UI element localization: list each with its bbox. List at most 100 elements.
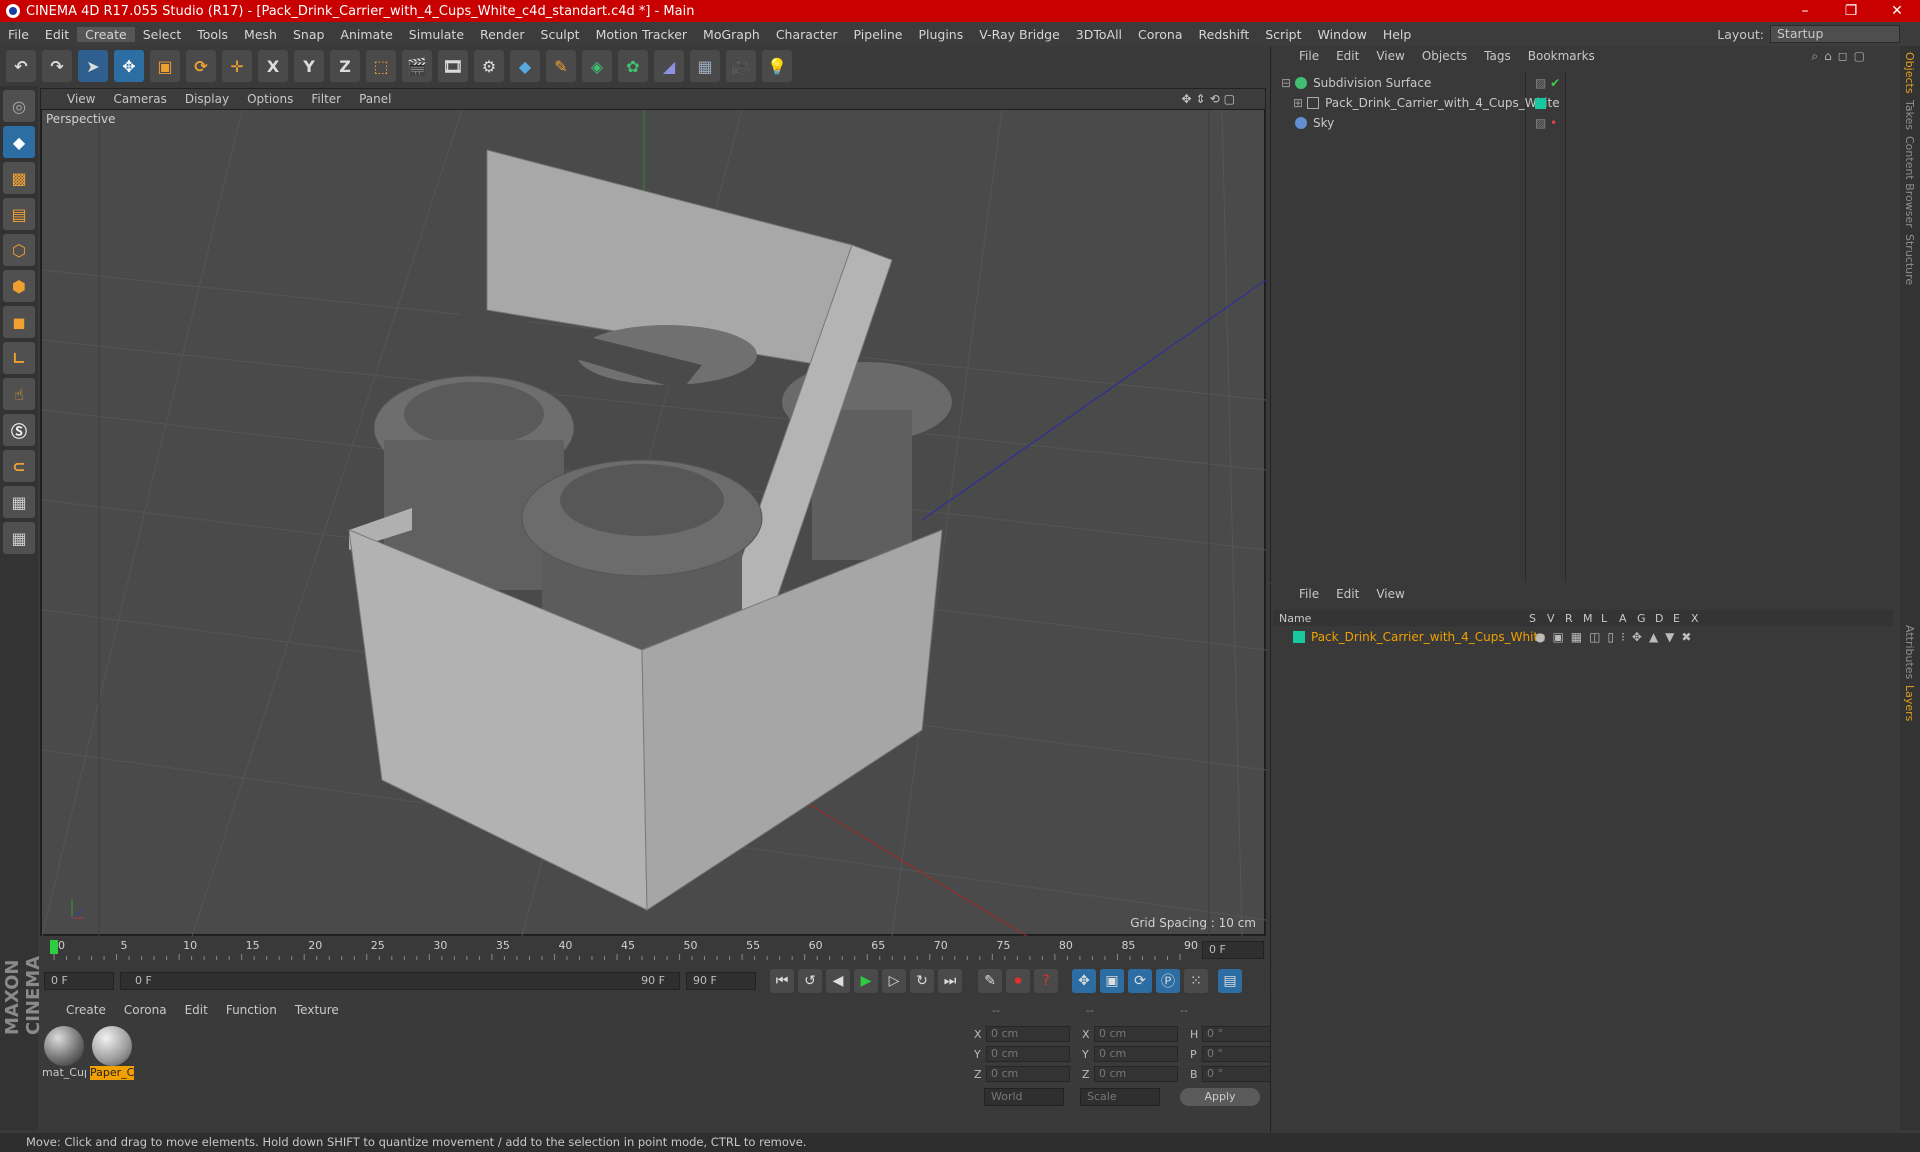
recent-tools-icon[interactable]: ✛ — [222, 50, 252, 82]
menu-mesh[interactable]: Mesh — [236, 27, 285, 42]
menu-snap[interactable]: Snap — [285, 27, 332, 42]
key-param-icon[interactable]: Ⓟ — [1156, 969, 1180, 993]
menu-motion-tracker[interactable]: Motion Tracker — [588, 27, 695, 42]
lm-menu-file[interactable]: File — [1299, 587, 1319, 601]
om-menu-view[interactable]: View — [1376, 49, 1404, 63]
previous-frame-icon[interactable]: ◀ — [826, 969, 850, 993]
model-mode-icon[interactable]: ◆ — [3, 126, 35, 158]
end-frame-field[interactable]: 90 F — [686, 972, 756, 990]
minimize-button[interactable]: – — [1782, 0, 1828, 22]
axis-mode-icon[interactable]: ∟ — [3, 342, 35, 374]
layer-row[interactable]: Pack_Drink_Carrier_with_4_Cups_White ●▣▦… — [1281, 628, 1881, 646]
position-y-field[interactable]: 0 cm — [986, 1046, 1070, 1062]
pen-spline-icon[interactable]: ✎ — [546, 50, 576, 82]
key-pla-icon[interactable]: ⁙ — [1184, 969, 1208, 993]
motion-record-icon[interactable]: ✎ — [978, 969, 1002, 993]
rotate-tool-icon[interactable]: ⟳ — [186, 50, 216, 82]
col-render[interactable]: R — [1565, 612, 1573, 625]
tab-content-browser[interactable]: Content Browser — [1903, 136, 1916, 228]
lm-menu-view[interactable]: View — [1376, 587, 1404, 601]
menu-create[interactable]: Create — [77, 26, 135, 42]
viewport-menu-options[interactable]: Options — [247, 92, 293, 106]
move-tool-icon[interactable]: ✥ — [114, 50, 144, 82]
previous-key-icon[interactable]: ↺ — [798, 969, 822, 993]
viewport-menu-view[interactable]: View — [67, 92, 95, 106]
expand-toggle-icon[interactable]: ⊞ — [1293, 96, 1303, 110]
viewport-menu-filter[interactable]: Filter — [311, 92, 341, 106]
polygons-mode-icon[interactable]: ◼ — [3, 306, 35, 338]
tab-attributes[interactable]: Attributes — [1903, 625, 1916, 679]
viewport-canvas[interactable]: Perspective Grid Spacing : 10 cm — [41, 109, 1266, 936]
scale-tool-icon[interactable]: ▣ — [150, 50, 180, 82]
object-row-subdivision-surface[interactable]: ⊟ Subdivision Surface ▨ ✔ — [1281, 74, 1881, 92]
om-menu-objects[interactable]: Objects — [1422, 49, 1467, 63]
menu-file[interactable]: File — [0, 27, 37, 42]
workplane-mode-icon[interactable]: ▤ — [3, 198, 35, 230]
points-mode-icon[interactable]: ⬡ — [3, 234, 35, 266]
next-frame-icon[interactable]: ▷ — [882, 969, 906, 993]
size-y-field[interactable]: 0 cm — [1094, 1046, 1178, 1062]
tab-structure[interactable]: Structure — [1903, 234, 1916, 285]
undo-icon[interactable]: ↶ — [6, 50, 36, 82]
texture-mode-icon[interactable]: ▩ — [3, 162, 35, 194]
menu-render[interactable]: Render — [472, 27, 533, 42]
scale-dropdown[interactable]: Scale — [1080, 1088, 1160, 1106]
object-row-sky[interactable]: Sky ▨ • — [1281, 114, 1881, 132]
size-x-field[interactable]: 0 cm — [1094, 1026, 1178, 1042]
viewport-nav-icons[interactable]: ✥⇕⟲▢ — [1181, 92, 1239, 106]
layer-name[interactable]: Pack_Drink_Carrier_with_4_Cups_White — [1311, 630, 1546, 644]
key-position-icon[interactable]: ✥ — [1072, 969, 1096, 993]
layer-color-swatch[interactable] — [1293, 631, 1305, 643]
start-frame-field[interactable]: 0 F — [44, 972, 114, 990]
tab-layers[interactable]: Layers — [1903, 685, 1916, 721]
world-dropdown[interactable]: World — [984, 1088, 1064, 1106]
position-x-field[interactable]: 0 cm — [986, 1026, 1070, 1042]
material-menu-create[interactable]: Create — [66, 1003, 106, 1017]
menu-select[interactable]: Select — [135, 27, 190, 42]
render-picture-viewer-icon[interactable]: 🎞 — [438, 50, 468, 82]
col-xref[interactable]: X — [1691, 612, 1699, 625]
play-icon[interactable]: ▶ — [854, 969, 878, 993]
maximize-button[interactable]: ❐ — [1828, 0, 1874, 22]
key-rotation-icon[interactable]: ⟳ — [1128, 969, 1152, 993]
material-menu-corona[interactable]: Corona — [124, 1003, 167, 1017]
timeline-ruler[interactable]: 0 5 10 15 20 25 30 35 40 45 50 55 60 65 70 75 80 85 90 0 F — [40, 938, 1266, 962]
col-view[interactable]: V — [1547, 612, 1555, 625]
col-name[interactable]: Name — [1279, 612, 1311, 625]
visibility-dots-icon[interactable]: ▨ ✔ — [1535, 76, 1560, 90]
magnet-icon[interactable]: ⊂ — [3, 450, 35, 482]
current-frame-field[interactable]: 0 F — [1202, 941, 1264, 959]
menu-simulate[interactable]: Simulate — [401, 27, 472, 42]
om-menu-tags[interactable]: Tags — [1484, 49, 1511, 63]
make-editable-icon[interactable]: ◎ — [3, 90, 35, 122]
menu-script[interactable]: Script — [1257, 27, 1309, 42]
menu-redshift[interactable]: Redshift — [1191, 27, 1258, 42]
subdivision-surface-icon[interactable]: ◈ — [582, 50, 612, 82]
close-button[interactable]: ✕ — [1874, 0, 1920, 22]
workplane-lock-icon[interactable]: ▦ — [3, 486, 35, 518]
col-manager[interactable]: M — [1583, 612, 1593, 625]
redo-icon[interactable]: ↷ — [42, 50, 72, 82]
camera-icon[interactable]: 🎥 — [726, 50, 756, 82]
x-axis-button[interactable]: X — [258, 50, 288, 82]
om-menu-bookmarks[interactable]: Bookmarks — [1528, 49, 1595, 63]
light-icon[interactable]: 💡 — [762, 50, 792, 82]
apply-button[interactable]: Apply — [1180, 1088, 1260, 1106]
viewport-menu-panel[interactable]: Panel — [359, 92, 391, 106]
next-key-icon[interactable]: ↻ — [910, 969, 934, 993]
menu-3dtoall[interactable]: 3DToAll — [1068, 27, 1130, 42]
autokey-icon[interactable]: ? — [1034, 969, 1058, 993]
mograph-cloner-icon[interactable]: ✿ — [618, 50, 648, 82]
menu-help[interactable]: Help — [1375, 27, 1420, 42]
menu-mograph[interactable]: MoGraph — [695, 27, 768, 42]
menu-sculpt[interactable]: Sculpt — [533, 27, 588, 42]
cube-icon[interactable]: ◆ — [510, 50, 540, 82]
z-axis-button[interactable]: Z — [330, 50, 360, 82]
expand-toggle-icon[interactable]: ⊟ — [1281, 76, 1291, 90]
viewport-menu-display[interactable]: Display — [185, 92, 229, 106]
tab-takes[interactable]: Takes — [1903, 100, 1916, 130]
camera-label[interactable]: Perspective — [46, 112, 116, 126]
lm-menu-edit[interactable]: Edit — [1336, 587, 1359, 601]
col-generators[interactable]: G — [1637, 612, 1646, 625]
render-settings-icon[interactable]: ⚙ — [474, 50, 504, 82]
